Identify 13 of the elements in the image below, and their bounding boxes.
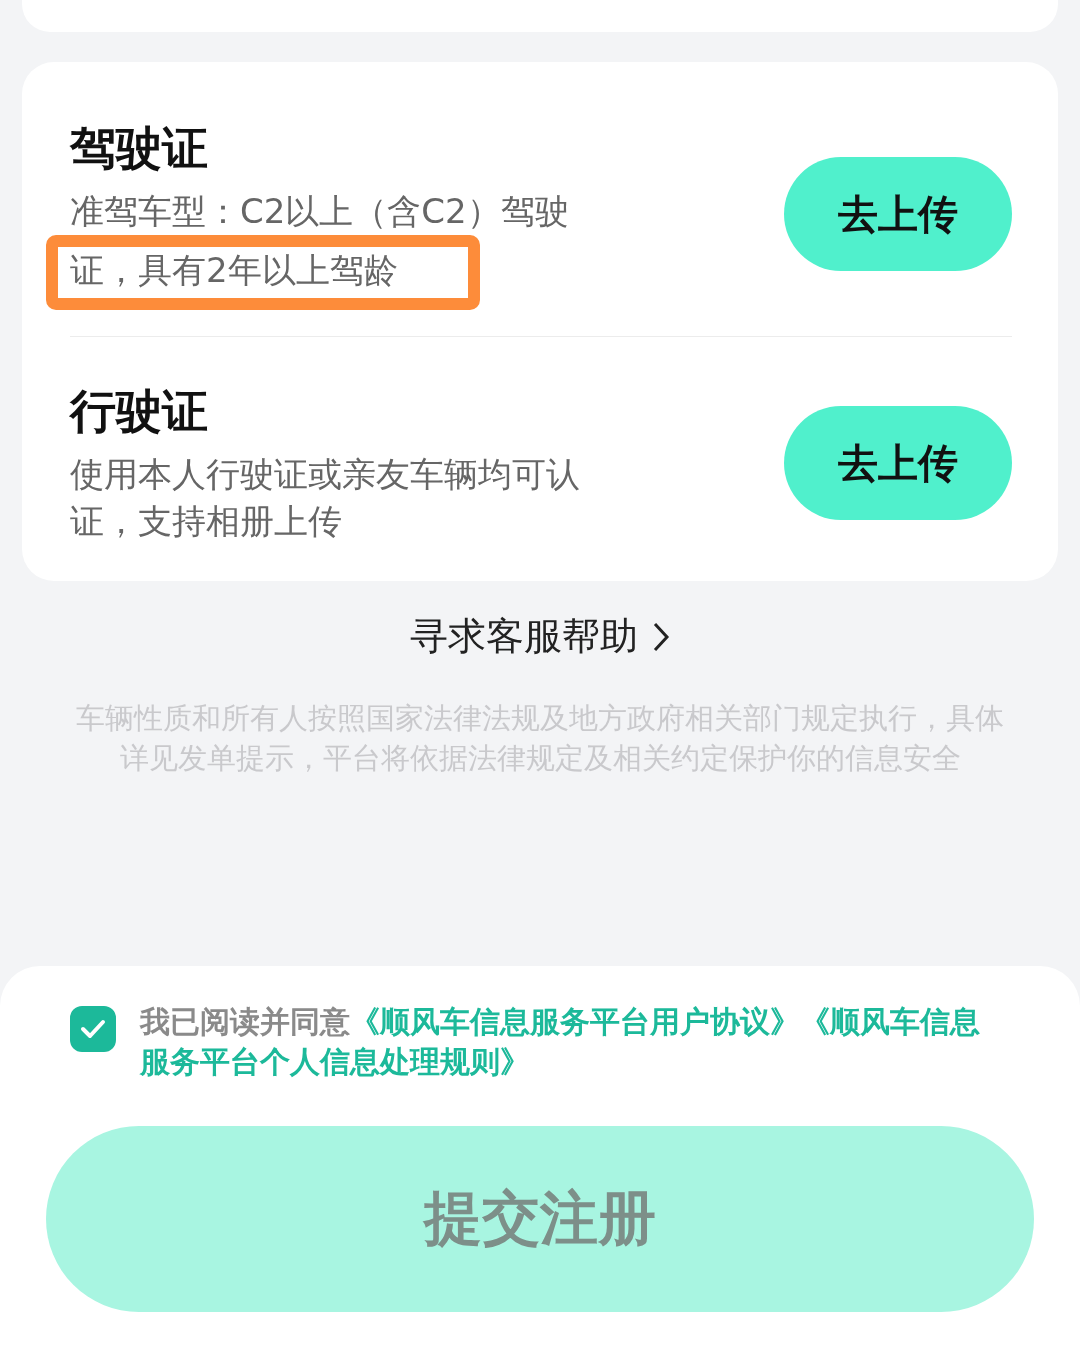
- agreement-checkbox[interactable]: [70, 1006, 116, 1052]
- highlighted-description: 证，具有2年以上驾龄: [46, 235, 480, 310]
- help-link[interactable]: 寻求客服帮助: [410, 611, 670, 662]
- document-title: 驾驶证: [70, 120, 208, 177]
- upload-button[interactable]: 去上传: [784, 406, 1012, 520]
- check-icon: [80, 1019, 106, 1039]
- document-description: 准驾车型：C2以上（含C2）驾驶: [70, 190, 569, 233]
- upload-button[interactable]: 去上传: [784, 157, 1012, 271]
- document-description: 证，支持相册上传: [70, 500, 342, 543]
- document-description: 使用本人行驶证或亲友车辆均可认: [70, 453, 580, 496]
- document-title: 行驶证: [70, 383, 208, 440]
- agreement-text: 我已阅读并同意《顺风车信息服务平台用户协议》《顺风车信息服务平台个人信息处理规则》: [140, 1003, 981, 1081]
- chevron-right-icon: [652, 620, 670, 653]
